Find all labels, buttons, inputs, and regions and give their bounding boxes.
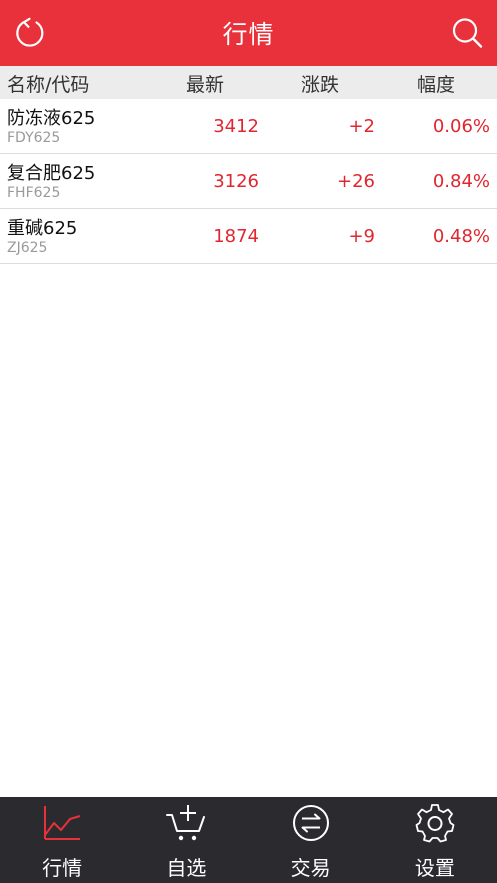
quote-name: 防冻液625 bbox=[7, 108, 96, 129]
quote-change: +2 bbox=[348, 116, 375, 137]
tab-market-label: 行情 bbox=[42, 856, 83, 880]
cart-add-icon bbox=[166, 805, 206, 841]
quote-list: 防冻液625 FDY625 3412 +2 0.06% 复合肥625 FHF62… bbox=[0, 99, 497, 264]
quote-name: 复合肥625 bbox=[7, 163, 96, 184]
tab-settings-label: 设置 bbox=[414, 856, 455, 880]
quote-percent: 0.48% bbox=[432, 226, 490, 247]
tab-settings[interactable]: 设置 bbox=[373, 797, 497, 883]
quote-percent: 0.06% bbox=[432, 116, 490, 137]
tab-market[interactable]: 行情 bbox=[0, 797, 124, 883]
bottom-tab-bar: 行情 自选 交易 设置 bbox=[0, 797, 497, 883]
gear-icon bbox=[415, 804, 455, 843]
quote-row[interactable]: 防冻液625 FDY625 3412 +2 0.06% bbox=[0, 99, 497, 154]
column-percent[interactable]: 幅度 bbox=[417, 70, 455, 97]
quote-code: FHF625 bbox=[7, 185, 61, 201]
tab-trade[interactable]: 交易 bbox=[249, 797, 373, 883]
refresh-button[interactable] bbox=[10, 13, 50, 53]
column-name-code[interactable]: 名称/代码 bbox=[7, 70, 89, 97]
search-button[interactable] bbox=[447, 13, 487, 53]
quote-row[interactable]: 复合肥625 FHF625 3126 +26 0.84% bbox=[0, 154, 497, 209]
app-header: 行情 bbox=[0, 0, 497, 66]
app-root: 行情 名称/代码 最新 涨跌 幅度 防冻液625 FDY625 3412 +2 … bbox=[0, 0, 497, 883]
quote-change: +9 bbox=[348, 226, 375, 247]
quote-percent: 0.84% bbox=[432, 171, 490, 192]
column-latest[interactable]: 最新 bbox=[186, 70, 224, 97]
tab-trade-label: 交易 bbox=[290, 856, 331, 880]
tab-favorites[interactable]: 自选 bbox=[124, 797, 248, 883]
page-title: 行情 bbox=[222, 20, 275, 49]
quote-code: ZJ625 bbox=[7, 240, 48, 256]
tab-favorites-label: 自选 bbox=[166, 856, 207, 880]
quote-name: 重碱625 bbox=[7, 218, 78, 239]
column-change[interactable]: 涨跌 bbox=[301, 70, 339, 97]
quote-row[interactable]: 重碱625 ZJ625 1874 +9 0.48% bbox=[0, 209, 497, 264]
quote-code: FDY625 bbox=[7, 130, 61, 146]
quote-change: +26 bbox=[337, 171, 375, 192]
search-icon bbox=[452, 18, 483, 48]
column-header: 名称/代码 最新 涨跌 幅度 bbox=[0, 66, 497, 99]
refresh-icon bbox=[16, 17, 44, 47]
quote-price: 1874 bbox=[213, 226, 259, 247]
quote-price: 3412 bbox=[213, 116, 259, 137]
quote-price: 3126 bbox=[213, 171, 259, 192]
chart-line-icon bbox=[44, 806, 81, 840]
exchange-icon bbox=[292, 805, 329, 841]
